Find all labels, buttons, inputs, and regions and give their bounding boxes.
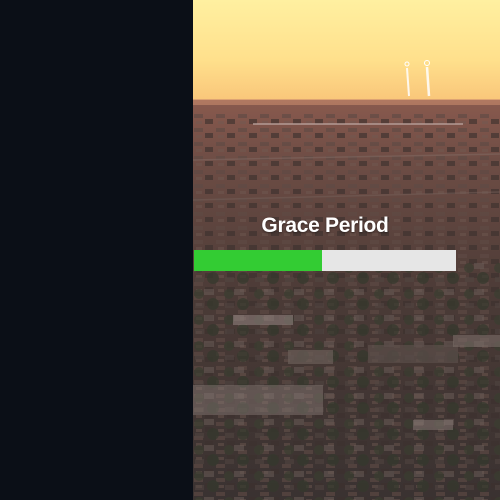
left-dark-panel bbox=[0, 0, 193, 500]
horizon-haze bbox=[193, 99, 500, 105]
grace-period-progress-fill bbox=[194, 250, 323, 271]
tree-cover bbox=[193, 260, 500, 500]
grace-period-title: Grace Period bbox=[261, 214, 389, 237]
sky bbox=[193, 0, 500, 100]
grace-period-progress-bar bbox=[194, 250, 456, 271]
